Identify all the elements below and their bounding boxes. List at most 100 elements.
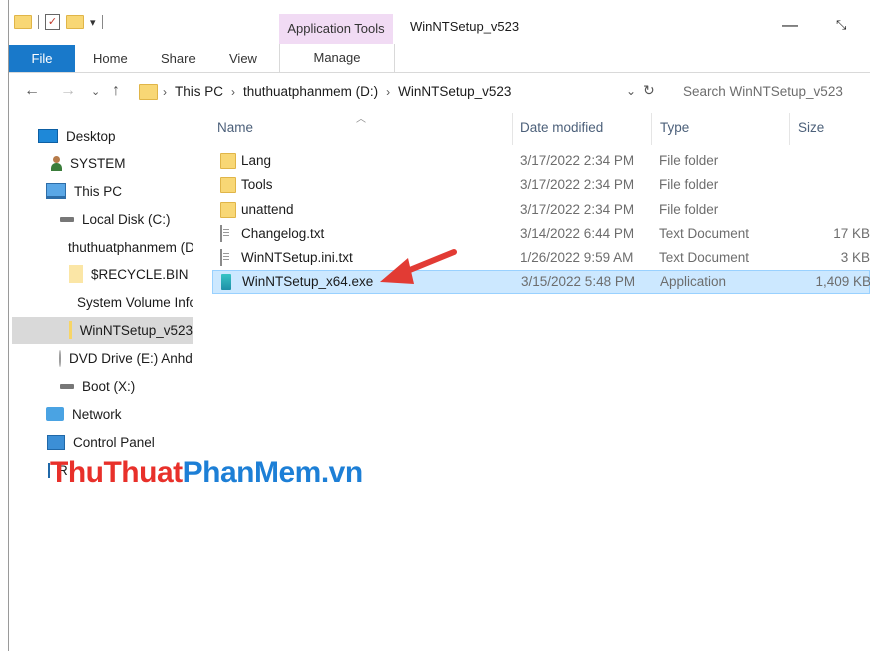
nav-item-recycle-bin-folder[interactable]: $RECYCLE.BIN xyxy=(69,264,193,284)
file-date: 3/17/2022 2:34 PM xyxy=(520,177,635,192)
tab-file[interactable]: File xyxy=(9,45,75,72)
file-name: Changelog.txt xyxy=(241,226,325,241)
nav-item-network[interactable]: Network xyxy=(46,404,122,424)
control-panel-icon xyxy=(47,434,65,450)
drive-icon xyxy=(60,216,74,222)
tab-manage[interactable]: Manage xyxy=(279,44,395,72)
file-row-exe[interactable]: WinNTSetup_x64.exe 3/15/2022 5:48 PM App… xyxy=(212,270,870,294)
column-divider[interactable] xyxy=(789,113,790,145)
nav-label: This PC xyxy=(74,183,123,199)
folder-icon xyxy=(220,153,236,169)
crumb-folder[interactable]: WinNTSetup_v523 xyxy=(398,84,511,99)
network-icon xyxy=(46,407,64,421)
nav-item-winntsetup[interactable]: WinNTSetup_v523 xyxy=(69,320,193,340)
nav-item-system[interactable]: SYSTEM xyxy=(50,153,126,173)
nav-label: thuthuatphanmem (D:) xyxy=(68,239,193,255)
file-date: 1/26/2022 9:59 AM xyxy=(520,250,634,265)
recent-locations-button[interactable]: ⌄ xyxy=(91,85,100,98)
nav-item-control-panel[interactable]: Control Panel xyxy=(47,432,155,452)
file-type: Application xyxy=(660,274,727,289)
file-type: File folder xyxy=(659,177,719,192)
file-date: 3/17/2022 2:34 PM xyxy=(520,153,635,168)
search-input[interactable]: Search WinNTSetup_v523 xyxy=(683,84,843,99)
quick-access-toolbar: ✓ ▾ xyxy=(14,14,103,30)
maximize-button[interactable]: ⤡ xyxy=(836,17,846,33)
nav-label: WinNTSetup_v523 xyxy=(79,322,193,338)
folder-icon[interactable] xyxy=(14,15,32,29)
crumb-drive[interactable]: thuthuatphanmem (D:) xyxy=(243,84,378,99)
file-row-changelog[interactable]: Changelog.txt 3/14/2022 6:44 PM Text Doc… xyxy=(212,222,870,246)
nav-label: System Volume Information xyxy=(77,294,193,310)
folder-icon xyxy=(220,202,236,218)
nav-label: Desktop xyxy=(66,128,116,144)
customize-qat-icon[interactable]: ▾ xyxy=(90,16,96,29)
file-type: File folder xyxy=(659,202,719,217)
tab-view[interactable]: View xyxy=(229,51,257,66)
column-divider[interactable] xyxy=(651,113,652,145)
text-file-icon xyxy=(220,225,222,242)
file-row-tools[interactable]: Tools 3/17/2022 2:34 PM File folder xyxy=(212,173,870,197)
user-icon xyxy=(50,156,62,171)
tab-home[interactable]: Home xyxy=(93,51,128,66)
file-date: 3/15/2022 5:48 PM xyxy=(521,274,636,289)
file-type: Text Document xyxy=(659,226,750,241)
window-title: WinNTSetup_v523 xyxy=(410,19,520,34)
chevron-right-icon[interactable]: › xyxy=(231,85,235,99)
ribbon-tab-bar xyxy=(9,44,870,73)
sort-ascending-icon: ︿ xyxy=(356,114,366,125)
file-name: Lang xyxy=(241,153,272,168)
forward-button[interactable]: → xyxy=(60,82,76,100)
desktop-icon xyxy=(38,129,58,143)
file-type: Text Document xyxy=(659,250,750,265)
address-folder-icon xyxy=(139,84,158,100)
watermark-part2: PhanMem.vn xyxy=(182,456,364,489)
this-pc-icon xyxy=(46,183,66,199)
file-row-unattend[interactable]: unattend 3/17/2022 2:34 PM File folder xyxy=(212,198,870,222)
watermark-logo: ThuThuatPhanMem.vn xyxy=(50,456,363,490)
tab-share[interactable]: Share xyxy=(161,51,196,66)
properties-check-icon[interactable]: ✓ xyxy=(45,14,60,30)
back-button[interactable]: ← xyxy=(24,82,40,100)
nav-item-boot[interactable]: Boot (X:) xyxy=(60,376,135,396)
nav-label: Control Panel xyxy=(73,434,155,450)
file-size: 3 KB xyxy=(840,250,870,265)
nav-item-desktop[interactable]: Desktop xyxy=(38,126,116,146)
nav-label: DVD Drive (E:) Anhdv xyxy=(69,350,193,366)
dvd-icon xyxy=(59,349,61,367)
new-folder-icon[interactable] xyxy=(66,15,84,29)
file-name: Tools xyxy=(241,177,273,192)
file-row-lang[interactable]: Lang 3/17/2022 2:34 PM File folder xyxy=(212,149,870,173)
separator xyxy=(101,15,103,29)
chevron-right-icon[interactable]: › xyxy=(386,85,390,99)
address-dropdown-icon[interactable]: ⌄ xyxy=(626,84,636,98)
file-date: 3/17/2022 2:34 PM xyxy=(520,202,635,217)
red-arrow-annotation xyxy=(380,249,457,284)
separator xyxy=(38,15,39,29)
nav-item-local-disk[interactable]: Local Disk (C:) xyxy=(60,209,193,229)
nav-item-drive-d[interactable]: thuthuatphanmem (D:) xyxy=(60,237,193,257)
nav-item-this-pc[interactable]: This PC xyxy=(46,181,122,201)
nav-label: Boot (X:) xyxy=(82,378,136,394)
up-button[interactable]: ↑ xyxy=(112,82,120,100)
column-divider[interactable] xyxy=(512,113,513,145)
nav-item-dvd-drive[interactable]: DVD Drive (E:) Anhdv xyxy=(59,348,193,368)
column-header-type[interactable]: Type xyxy=(660,120,689,135)
text-file-icon xyxy=(220,249,222,266)
chevron-right-icon[interactable]: › xyxy=(163,85,167,99)
nav-item-system-volume[interactable]: System Volume Information xyxy=(69,292,193,312)
column-header-name[interactable]: Name xyxy=(217,120,253,135)
breadcrumb[interactable]: › This PC › thuthuatphanmem (D:) › WinNT… xyxy=(163,84,511,99)
file-type: File folder xyxy=(659,153,719,168)
file-size: 1,409 KB xyxy=(815,274,870,289)
column-header-date[interactable]: Date modified xyxy=(520,120,603,135)
minimize-button[interactable]: — xyxy=(782,17,798,35)
column-header-size[interactable]: Size xyxy=(798,120,824,135)
crumb-this-pc[interactable]: This PC xyxy=(175,84,223,99)
refresh-icon[interactable]: ↻ xyxy=(643,82,655,99)
folder-icon xyxy=(69,265,83,283)
nav-label: Local Disk (C:) xyxy=(82,211,171,227)
nav-label: Network xyxy=(72,406,122,422)
file-row-ini[interactable]: WinNTSetup.ini.txt 1/26/2022 9:59 AM Tex… xyxy=(212,246,870,270)
folder-icon xyxy=(69,321,72,339)
file-name: WinNTSetup.ini.txt xyxy=(241,250,353,265)
